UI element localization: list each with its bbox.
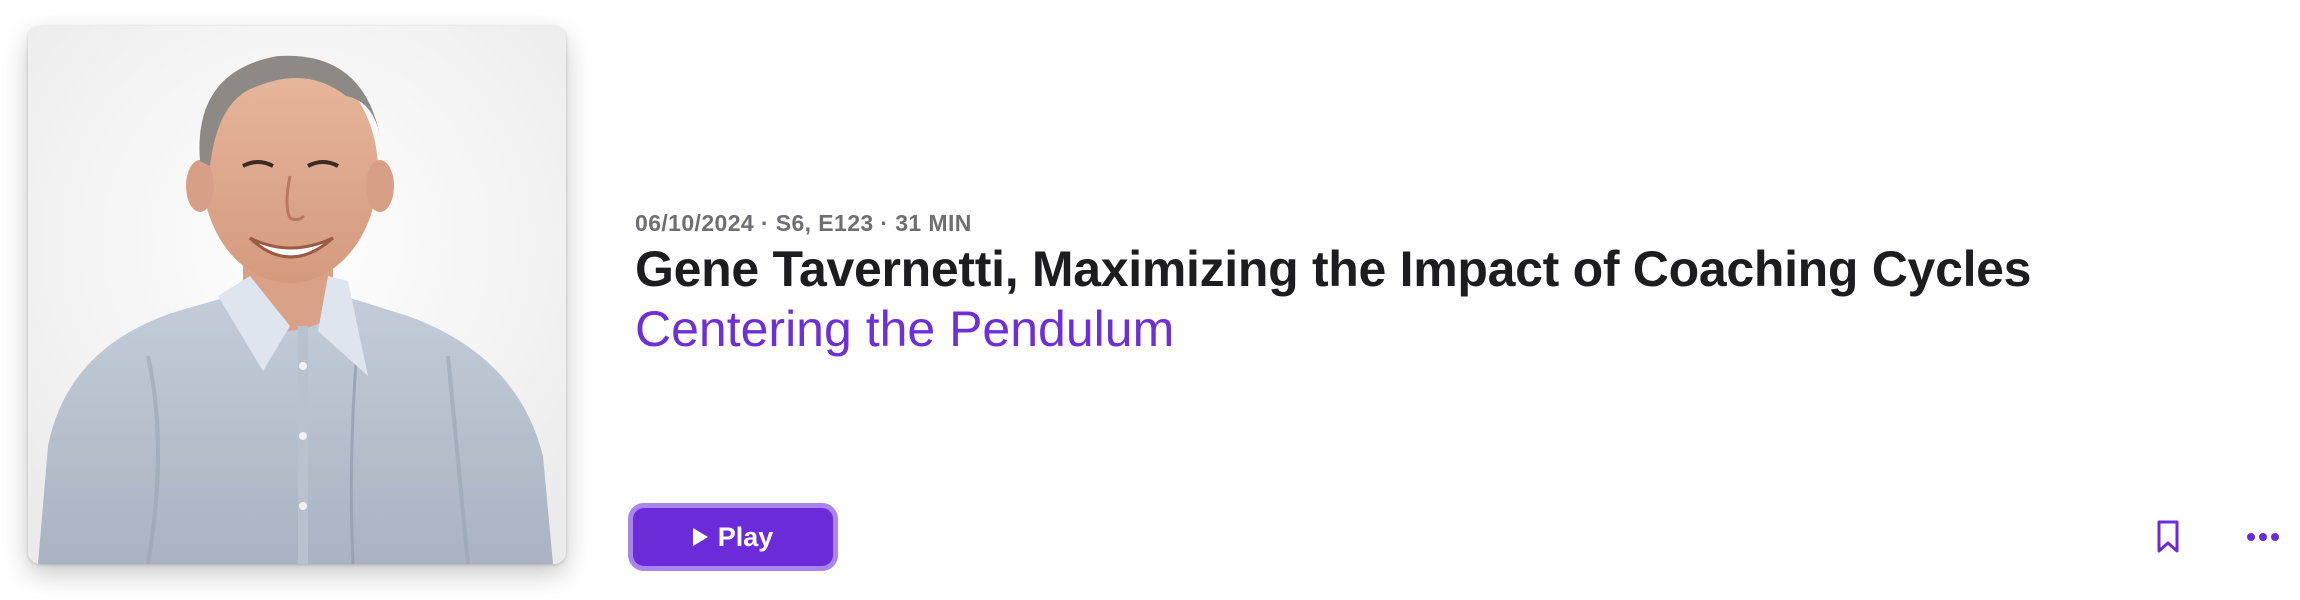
play-button[interactable]: Play [628,503,838,571]
more-options-button[interactable] [2240,522,2286,552]
show-link[interactable]: Centering the Pendulum [635,300,1174,358]
episode-artwork [28,26,566,564]
episode-header: 06/10/2024 · S6, E123 · 31 MIN Gene Tave… [0,0,2300,600]
play-icon [692,528,708,546]
bookmark-button[interactable] [2150,514,2186,560]
episode-meta: 06/10/2024 · S6, E123 · 31 MIN [635,210,972,236]
bookmark-icon [2157,520,2179,553]
ellipsis-icon [2247,533,2279,541]
episode-title: Gene Tavernetti, Maximizing the Impact o… [635,241,2032,297]
guest-portrait-image [28,26,566,564]
play-label: Play [717,521,774,552]
